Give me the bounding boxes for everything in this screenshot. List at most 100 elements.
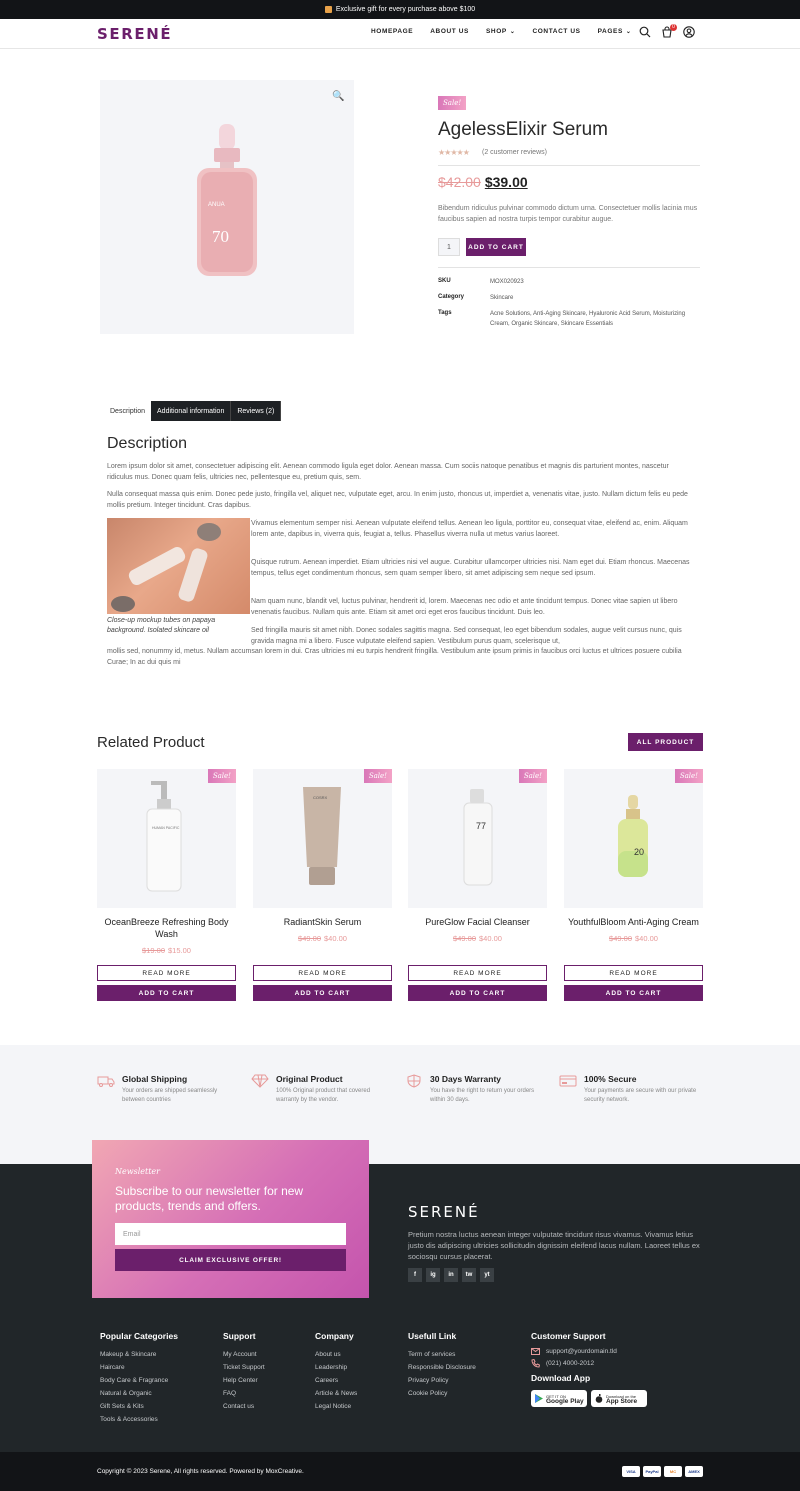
email-input[interactable]: Email (115, 1223, 346, 1245)
footer-link[interactable]: Tools & Accessories (100, 1413, 178, 1426)
meta-category: Category Skincare (438, 294, 700, 303)
body-wash-image: HUMAN PACIFIC (146, 781, 182, 892)
footer-link[interactable]: My Account (223, 1348, 265, 1361)
shield-icon (407, 1074, 421, 1088)
nav-item-contact[interactable]: CONTACT US (532, 28, 580, 35)
support-phone[interactable]: (021) 4000-2012 (531, 1359, 647, 1368)
image-caption: Close-up mockup tubes on papaya backgrou… (107, 617, 216, 634)
nav-item-shop[interactable]: SHOP ⌄ (486, 28, 515, 35)
card-image[interactable]: 20 Sale! (564, 769, 703, 908)
footer-link[interactable]: Legal Notice (315, 1400, 357, 1413)
description-paragraph: Nulla consequat massa quis enim. Donec p… (107, 491, 688, 509)
category-link[interactable]: Skincare (490, 293, 700, 303)
linkedin-icon[interactable]: in (444, 1268, 458, 1282)
footer-link[interactable]: Contact us (223, 1400, 265, 1413)
new-price: $40.00 (324, 934, 347, 943)
footer-link[interactable]: FAQ (223, 1387, 265, 1400)
add-to-cart-button[interactable]: ADD TO CART (408, 985, 547, 1001)
divider (438, 165, 700, 166)
tab-additional-information[interactable]: Additional information (151, 401, 232, 421)
user-icon[interactable] (683, 26, 695, 38)
site-logo[interactable]: SERENÉ (97, 25, 172, 43)
google-play-button[interactable]: GET IT ON Google Play (531, 1390, 587, 1407)
nav-item-about[interactable]: ABOUT US (430, 28, 469, 35)
card-title[interactable]: OceanBreeze Refreshing Body Wash (97, 916, 236, 940)
footer-link[interactable]: Leadership (315, 1361, 357, 1374)
feature-title: 30 Days Warranty (430, 1074, 502, 1084)
gift-icon (324, 6, 332, 13)
footer-link[interactable]: Gift Sets & Kits (100, 1400, 178, 1413)
facebook-icon[interactable]: f (408, 1268, 422, 1282)
payment-methods: VISA PayPal MC AMEX (622, 1466, 703, 1477)
zoom-icon[interactable]: 🔍 (332, 91, 344, 102)
instagram-icon[interactable]: ig (426, 1268, 440, 1282)
footer-column-company: Company About us Leadership Careers Arti… (315, 1331, 357, 1413)
search-icon[interactable] (639, 26, 651, 38)
twitter-icon[interactable]: tw (462, 1268, 476, 1282)
tab-reviews[interactable]: Reviews (2) (231, 401, 282, 421)
support-email[interactable]: support@yourdomain.tld (531, 1348, 647, 1355)
card-price: $49.00 $40.00 (408, 934, 547, 943)
truck-icon (97, 1076, 115, 1087)
add-to-cart-button[interactable]: ADD TO CART (564, 985, 703, 1001)
read-more-button[interactable]: READ MORE (253, 965, 392, 981)
new-price: $39.00 (484, 174, 528, 190)
footer-link[interactable]: Haircare (100, 1361, 178, 1374)
meta-sku: SKU MOX020923 (438, 278, 700, 287)
description-image (107, 518, 250, 614)
nav-item-homepage[interactable]: HOMEPAGE (371, 28, 413, 35)
footer-link[interactable]: About us (315, 1348, 357, 1361)
old-price: $49.00 (609, 934, 632, 943)
footer-link[interactable]: Cookie Policy (408, 1387, 476, 1400)
add-to-cart-button[interactable]: ADD TO CART (466, 238, 526, 256)
app-store-button[interactable]: Download on the App Store (591, 1390, 647, 1407)
description-paragraph: mollis sed, nonummy id, metus. Nullam ac… (107, 648, 682, 666)
short-description: Bibendum ridiculus pulvinar commodo dict… (438, 205, 698, 223)
footer-column-useful-links: Usefull Link Term of services Responsibl… (408, 1331, 476, 1400)
footer-link[interactable]: Natural & Organic (100, 1387, 178, 1400)
nav-item-pages[interactable]: PAGES ⌄ (598, 28, 632, 35)
footer-link[interactable]: Responsible Disclosure (408, 1361, 476, 1374)
phone-icon (531, 1359, 540, 1368)
card-image[interactable]: 77 Sale! (408, 769, 547, 908)
card-title[interactable]: PureGlow Facial Cleanser (408, 916, 547, 928)
all-product-button[interactable]: ALL PRODUCT (628, 733, 703, 751)
claim-offer-button[interactable]: CLAIM EXCLUSIVE OFFER! (115, 1249, 346, 1271)
footer-link[interactable]: Privacy Policy (408, 1374, 476, 1387)
footer-heading: Company (315, 1331, 354, 1341)
product-gallery[interactable]: ANUA 70 (100, 80, 354, 334)
card-title[interactable]: YouthfulBloom Anti-Aging Cream (564, 916, 703, 928)
sale-badge: Sale! (207, 769, 236, 783)
footer-link[interactable]: Article & News (315, 1387, 357, 1400)
read-more-button[interactable]: READ MORE (408, 965, 547, 981)
footer-link[interactable]: Makeup & Skincare (100, 1348, 178, 1361)
read-more-button[interactable]: READ MORE (97, 965, 236, 981)
mail-icon (531, 1348, 540, 1355)
divider (438, 267, 700, 268)
read-more-button[interactable]: READ MORE (564, 965, 703, 981)
meta-tags: Tags Acne Solutions, Anti-Aging Skincare,… (438, 310, 700, 329)
footer-link[interactable]: Careers (315, 1374, 357, 1387)
card-title[interactable]: RadiantSkin Serum (253, 916, 392, 928)
card-image[interactable]: COSRX Sale! (253, 769, 392, 908)
footer-logo[interactable]: SERENÉ (408, 1203, 480, 1221)
quantity-input[interactable]: 1 (438, 238, 460, 256)
footer-link[interactable]: Body Care & Fragrance (100, 1374, 178, 1387)
meta-value: MOX020923 (490, 279, 524, 285)
footer-link[interactable]: Term of services (408, 1348, 476, 1361)
new-price: $15.00 (168, 946, 191, 955)
add-to-cart-button[interactable]: ADD TO CART (97, 985, 236, 1001)
footer-heading: Customer Support (531, 1331, 606, 1341)
footer-link[interactable]: Ticket Support (223, 1361, 265, 1374)
announcement-text: Exclusive gift for every purchase above … (335, 6, 476, 13)
tab-description[interactable]: Description (104, 401, 151, 421)
youtube-icon[interactable]: yt (480, 1268, 494, 1282)
download-app-heading: Download App (531, 1373, 591, 1383)
footer-link[interactable]: Help Center (223, 1374, 265, 1387)
tags-links[interactable]: Acne Solutions, Anti-Aging Skincare, Hya… (490, 309, 700, 329)
reviews-link[interactable]: (2 customer reviews) (482, 149, 547, 156)
store-big-text: App Store (606, 1397, 638, 1405)
add-to-cart-button[interactable]: ADD TO CART (253, 985, 392, 1001)
card-image[interactable]: HUMAN PACIFIC Sale! (97, 769, 236, 908)
rating-stars: ★★★★★ (438, 148, 470, 157)
